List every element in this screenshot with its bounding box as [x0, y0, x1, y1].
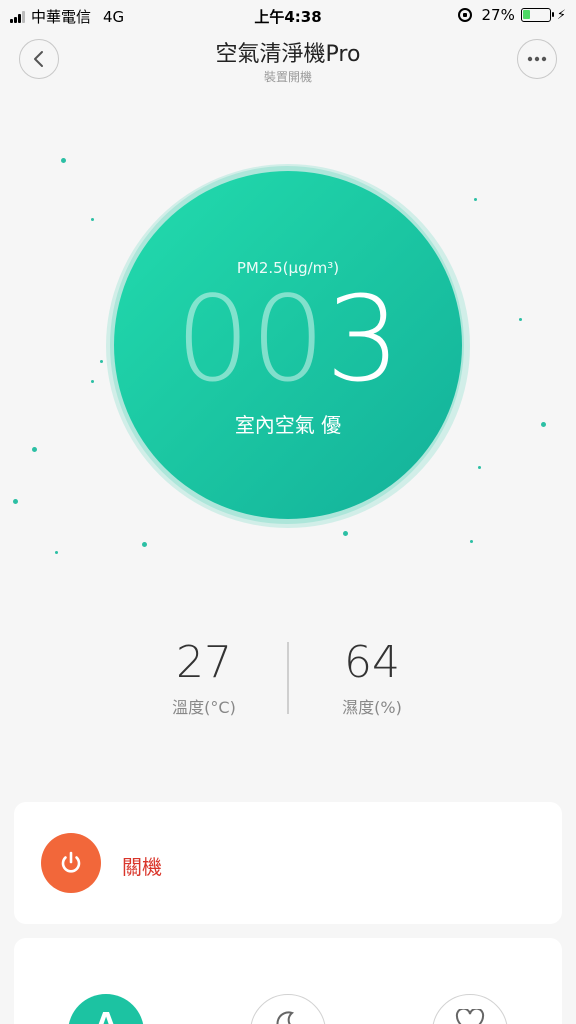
status-bar: 中華電信 4G 上午4:38 27% ⚡︎ — [0, 0, 576, 30]
temperature-label: 溫度(°C) — [172, 698, 236, 717]
particle-dot — [91, 380, 94, 383]
auto-mode-icon: A — [95, 1008, 117, 1024]
temperature-reading: 27 溫度(°C) — [124, 636, 284, 718]
more-button[interactable] — [517, 39, 557, 79]
particle-dot — [474, 198, 477, 201]
more-dots-icon — [527, 56, 547, 62]
particle-dot — [100, 360, 103, 363]
header: 空氣清淨機Pro 裝置開機 — [0, 30, 576, 90]
particle-dot — [519, 318, 522, 321]
heart-icon — [455, 1009, 485, 1024]
pm25-leading-zeros: 00 — [175, 270, 326, 408]
readings-divider — [287, 642, 289, 714]
air-quality-text: 室內空氣 優 — [234, 413, 342, 437]
status-right: 27% ⚡︎ — [457, 6, 566, 24]
humidity-label: 濕度(%) — [342, 698, 402, 717]
sleep-mode-button[interactable] — [250, 994, 326, 1024]
humidity-reading: 64 濕度(%) — [292, 636, 452, 718]
power-label[interactable]: 關機 — [122, 851, 162, 880]
aqi-circle[interactable]: PM2.5(μg/m³) 00 3 室內空氣 優 — [114, 171, 462, 519]
moon-icon — [276, 1011, 295, 1024]
battery-icon — [520, 8, 554, 22]
particle-dot — [343, 531, 348, 536]
particle-dot — [61, 158, 66, 163]
charging-icon: ⚡︎ — [556, 7, 566, 23]
particle-dot — [55, 551, 58, 554]
particle-dot — [142, 542, 147, 547]
particle-dot — [478, 466, 481, 469]
pm25-digits: 3 — [325, 270, 401, 408]
favorite-mode-button[interactable] — [432, 994, 508, 1024]
orientation-lock-icon — [457, 8, 472, 22]
power-card: 關機 — [14, 802, 562, 924]
page-subtitle: 裝置開機 — [263, 70, 312, 84]
particle-dot — [13, 499, 18, 504]
pm25-value: 00 3 — [114, 279, 462, 399]
power-icon — [61, 851, 81, 873]
mode-card: A — [14, 938, 562, 1024]
page-title: 空氣清淨機Pro — [215, 42, 361, 67]
battery-percent: 27% — [481, 6, 515, 24]
particle-dot — [470, 540, 473, 543]
power-button[interactable] — [41, 833, 101, 893]
humidity-value: 64 — [344, 637, 400, 688]
temperature-value: 27 — [176, 637, 232, 688]
battery-level — [522, 10, 530, 19]
particle-dot — [541, 422, 546, 427]
particle-dot — [91, 218, 94, 221]
particle-dot — [32, 447, 37, 452]
auto-mode-button[interactable]: A — [68, 994, 144, 1024]
readings-row: 27 溫度(°C) 64 濕度(%) — [0, 636, 576, 726]
